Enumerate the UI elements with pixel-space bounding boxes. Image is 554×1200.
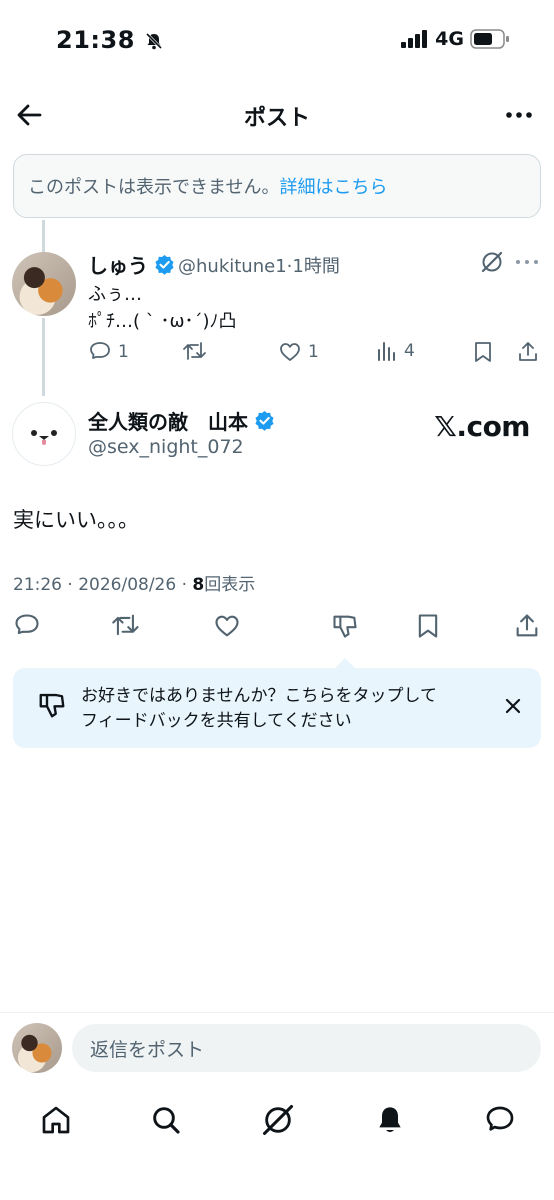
- repost-icon: [183, 342, 206, 360]
- message-icon: [486, 1106, 514, 1131]
- status-time: 21:38: [56, 26, 164, 54]
- status-indicators: 4G: [401, 28, 510, 50]
- search-icon: [153, 1107, 180, 1134]
- avatar[interactable]: [12, 252, 76, 316]
- thread-line: [42, 318, 45, 396]
- bell-icon: [379, 1107, 401, 1132]
- grok-icon: [262, 1104, 294, 1136]
- author-handle: @sex_night_072: [88, 436, 244, 458]
- post-actions: [13, 612, 543, 642]
- view-count: 4: [404, 341, 415, 361]
- nav-messages[interactable]: [480, 1100, 520, 1140]
- feedback-caret: [335, 658, 355, 668]
- bookmark-button[interactable]: [472, 340, 494, 364]
- post-time: 1時間: [292, 256, 340, 277]
- reply-input[interactable]: 返信をポスト: [72, 1024, 541, 1072]
- thumbs-down-icon: [333, 615, 357, 638]
- nav-grok[interactable]: [258, 1100, 298, 1140]
- thumbs-down-icon: [39, 693, 65, 718]
- nav-notifications[interactable]: [370, 1100, 410, 1140]
- home-icon: [42, 1106, 70, 1134]
- views-icon: [378, 342, 395, 361]
- repost-button[interactable]: [182, 340, 208, 364]
- feedback-prompt[interactable]: お好きではありませんか？こちらをタップして フィードバックを共有してください: [13, 668, 541, 748]
- avatar-face-icon: [31, 430, 57, 445]
- signal-icon: [401, 30, 428, 48]
- bookmark-button[interactable]: [415, 612, 441, 640]
- avatar[interactable]: [12, 402, 76, 466]
- repost-icon: [112, 614, 139, 636]
- bottom-nav: [0, 1094, 554, 1144]
- reply-button[interactable]: [13, 612, 41, 640]
- repost-button[interactable]: [111, 612, 141, 640]
- reply-icon: [90, 342, 110, 359]
- more-icon: [506, 112, 532, 118]
- post-text: 実にいい。。。: [13, 508, 139, 532]
- views-button[interactable]: 4: [376, 340, 415, 362]
- unavailable-post-notice: このポストは表示できません。 詳細はこちら: [13, 154, 541, 218]
- reply-icon: [15, 614, 39, 635]
- post-text: ﾎﾟﾁ…( ` ･ω･´)ﾉ凸: [88, 311, 237, 332]
- post-meta: 21:26 · 2026/08/26 · 8回表示: [13, 570, 255, 595]
- like-count: 1: [308, 342, 319, 362]
- verified-badge-icon: [255, 410, 274, 431]
- divider: [0, 1012, 554, 1013]
- battery-icon: [470, 29, 509, 49]
- author-handle: @hukitune1·1時間: [178, 256, 340, 277]
- more-icon[interactable]: [514, 252, 540, 272]
- reply-button[interactable]: 1: [88, 340, 129, 364]
- nav-home[interactable]: [36, 1100, 76, 1140]
- post-actions: 1 1 4: [88, 340, 542, 370]
- dislike-button[interactable]: [331, 612, 359, 640]
- notice-text: このポストは表示できません。: [28, 177, 280, 198]
- verified-badge-icon: [155, 254, 174, 275]
- page-title: ポスト: [243, 106, 310, 131]
- author-name[interactable]: 全人類の敵 山本: [88, 406, 275, 435]
- network-label: 4G: [435, 28, 464, 50]
- heart-icon: [215, 615, 239, 637]
- feedback-text: お好きではありませんか？こちらをタップして フィードバックを共有してください: [81, 686, 437, 731]
- bell-mute-icon: [145, 32, 162, 50]
- post-text: ふぅ…: [88, 284, 142, 305]
- share-icon: [519, 342, 537, 361]
- share-button[interactable]: [513, 612, 541, 640]
- grok-icon[interactable]: [480, 250, 504, 274]
- avatar[interactable]: [12, 1023, 62, 1073]
- close-icon[interactable]: [503, 696, 523, 716]
- bookmark-icon: [418, 614, 438, 638]
- view-label: 回表示: [204, 575, 256, 595]
- heart-icon: [280, 343, 300, 361]
- bookmark-icon: [475, 342, 491, 362]
- thread-line: [42, 220, 45, 254]
- nav-search[interactable]: [146, 1100, 186, 1140]
- share-button[interactable]: [516, 340, 540, 364]
- like-button[interactable]: [213, 612, 241, 640]
- x-com-watermark: 𝕏.com: [434, 410, 530, 443]
- view-count: 8: [192, 575, 205, 595]
- share-icon: [516, 614, 538, 637]
- like-button[interactable]: 1: [278, 340, 319, 364]
- more-options-button[interactable]: [504, 102, 534, 128]
- post-timestamp: 21:26 · 2026/08/26 ·: [13, 575, 193, 595]
- reply-count: 1: [118, 342, 129, 362]
- notice-details-link[interactable]: 詳細はこちら: [279, 173, 387, 199]
- author-name[interactable]: しゅう: [88, 250, 175, 279]
